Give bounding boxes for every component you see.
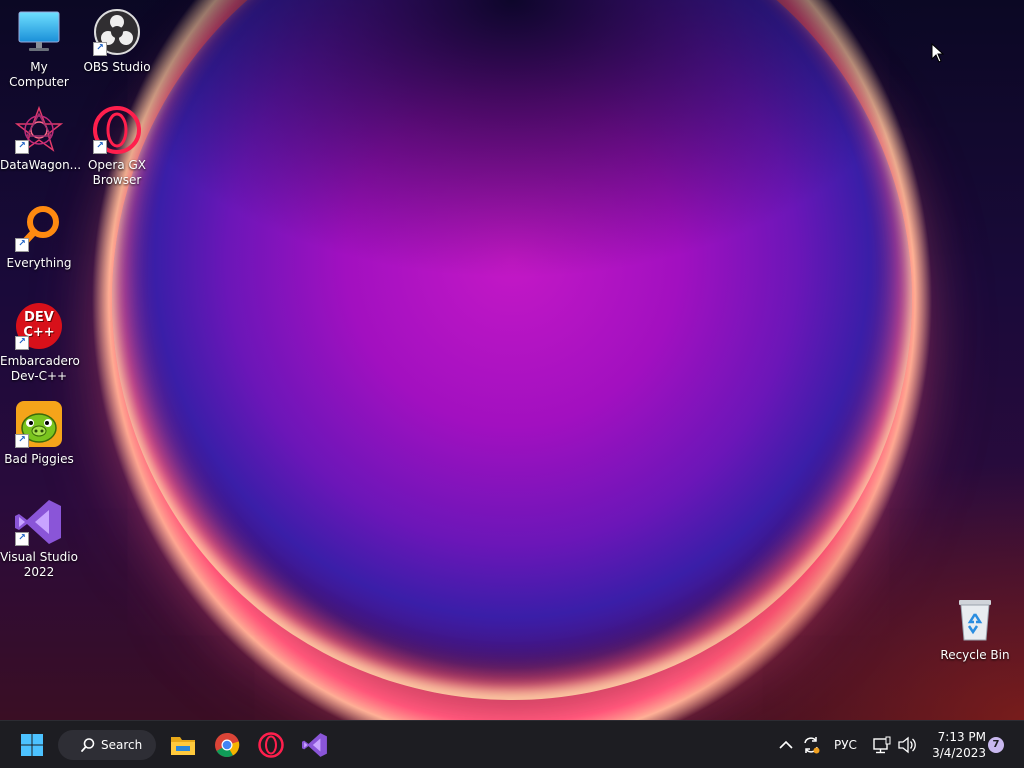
clock-time: 7:13 PM — [937, 730, 986, 744]
desktop-icon-obs-studio[interactable]: ↗ OBS Studio — [78, 8, 156, 75]
network-icon — [873, 736, 891, 754]
visual-studio-icon: ↗ — [15, 498, 63, 546]
language-indicator[interactable]: РУС — [834, 738, 857, 752]
shortcut-arrow-icon: ↗ — [93, 42, 107, 56]
desktop-icon-label: DataWagon... — [0, 158, 82, 172]
recycle-bin-icon — [951, 596, 999, 644]
desktop-icon-everything[interactable]: ↗ Everything — [0, 204, 78, 271]
desktop-icon-opera-gx[interactable]: ↗ Opera GX Browser — [78, 106, 156, 188]
shortcut-arrow-icon: ↗ — [93, 140, 107, 154]
shortcut-arrow-icon: ↗ — [15, 140, 29, 154]
search-label: Search — [101, 738, 143, 752]
opera-gx-icon — [258, 732, 284, 758]
desktop-icon-label: Everything — [6, 256, 72, 270]
taskbar-clock[interactable]: 7:13 PM 3/4/2023 — [926, 729, 986, 761]
chrome-icon — [215, 732, 240, 758]
wallpaper-corner-glow — [664, 460, 1024, 720]
search-icon — [81, 738, 95, 752]
desktop-background: My Computer ↗ OBS Studio ↗ DataWagon... … — [0, 0, 1024, 720]
speaker-icon — [898, 736, 916, 754]
mouse-cursor-icon — [931, 42, 945, 67]
desktop-icon-dev-cpp[interactable]: DEV C++ ↗ Embarcadero Dev-C++ — [0, 302, 80, 384]
desktop-icon-label: Bad Piggies — [4, 452, 74, 466]
taskbar-visual-studio[interactable] — [299, 729, 331, 761]
shortcut-arrow-icon: ↗ — [15, 238, 29, 252]
tray-network-button[interactable] — [868, 729, 896, 761]
tray-volume-button[interactable] — [893, 729, 921, 761]
desktop-icon-bad-piggies[interactable]: ↗ Bad Piggies — [0, 400, 78, 467]
tray-sync-button[interactable] — [796, 729, 826, 761]
opera-gx-icon: ↗ — [93, 106, 141, 154]
desktop-icon-my-computer[interactable]: My Computer — [0, 8, 78, 90]
sync-icon — [804, 737, 820, 754]
desktop-icon-label: My Computer — [9, 60, 69, 89]
windows-logo-icon — [21, 734, 43, 756]
chevron-up-icon — [779, 740, 793, 749]
taskbar-file-explorer[interactable] — [167, 729, 199, 761]
start-button[interactable] — [16, 729, 48, 761]
shortcut-arrow-icon: ↗ — [15, 336, 29, 350]
shortcut-arrow-icon: ↗ — [15, 532, 29, 546]
taskbar: Search РУС 7:13 PM 3/4/2023 7 — [0, 720, 1024, 768]
obs-icon: ↗ — [93, 8, 141, 56]
taskbar-chrome[interactable] — [211, 729, 243, 761]
desktop-icon-label: Recycle Bin — [940, 648, 1010, 662]
taskbar-search-button[interactable]: Search — [58, 730, 156, 760]
taskbar-opera-gx[interactable] — [255, 729, 287, 761]
desktop-icon-datawagon[interactable]: ↗ DataWagon... — [0, 105, 82, 173]
datawagon-icon: ↗ — [14, 105, 64, 154]
desktop-icon-label: OBS Studio — [83, 60, 151, 74]
desktop-icon-label: Visual Studio 2022 — [0, 550, 78, 579]
visual-studio-icon — [302, 733, 327, 757]
desktop-icon-recycle-bin[interactable]: Recycle Bin — [936, 596, 1014, 663]
shortcut-arrow-icon: ↗ — [15, 434, 29, 448]
bad-piggies-icon: ↗ — [15, 400, 63, 448]
clock-date: 3/4/2023 — [932, 746, 986, 760]
devcpp-icon: DEV C++ ↗ — [15, 302, 63, 350]
folder-icon — [171, 737, 195, 755]
notification-badge[interactable]: 7 — [988, 737, 1004, 753]
monitor-icon — [15, 8, 63, 56]
desktop-icon-visual-studio[interactable]: ↗ Visual Studio 2022 — [0, 498, 78, 580]
desktop-icon-label: Opera GX Browser — [87, 158, 147, 187]
magnifier-icon: ↗ — [15, 204, 63, 252]
desktop-icon-label: Embarcadero Dev-C++ — [0, 354, 80, 383]
notification-count: 7 — [992, 739, 1000, 750]
